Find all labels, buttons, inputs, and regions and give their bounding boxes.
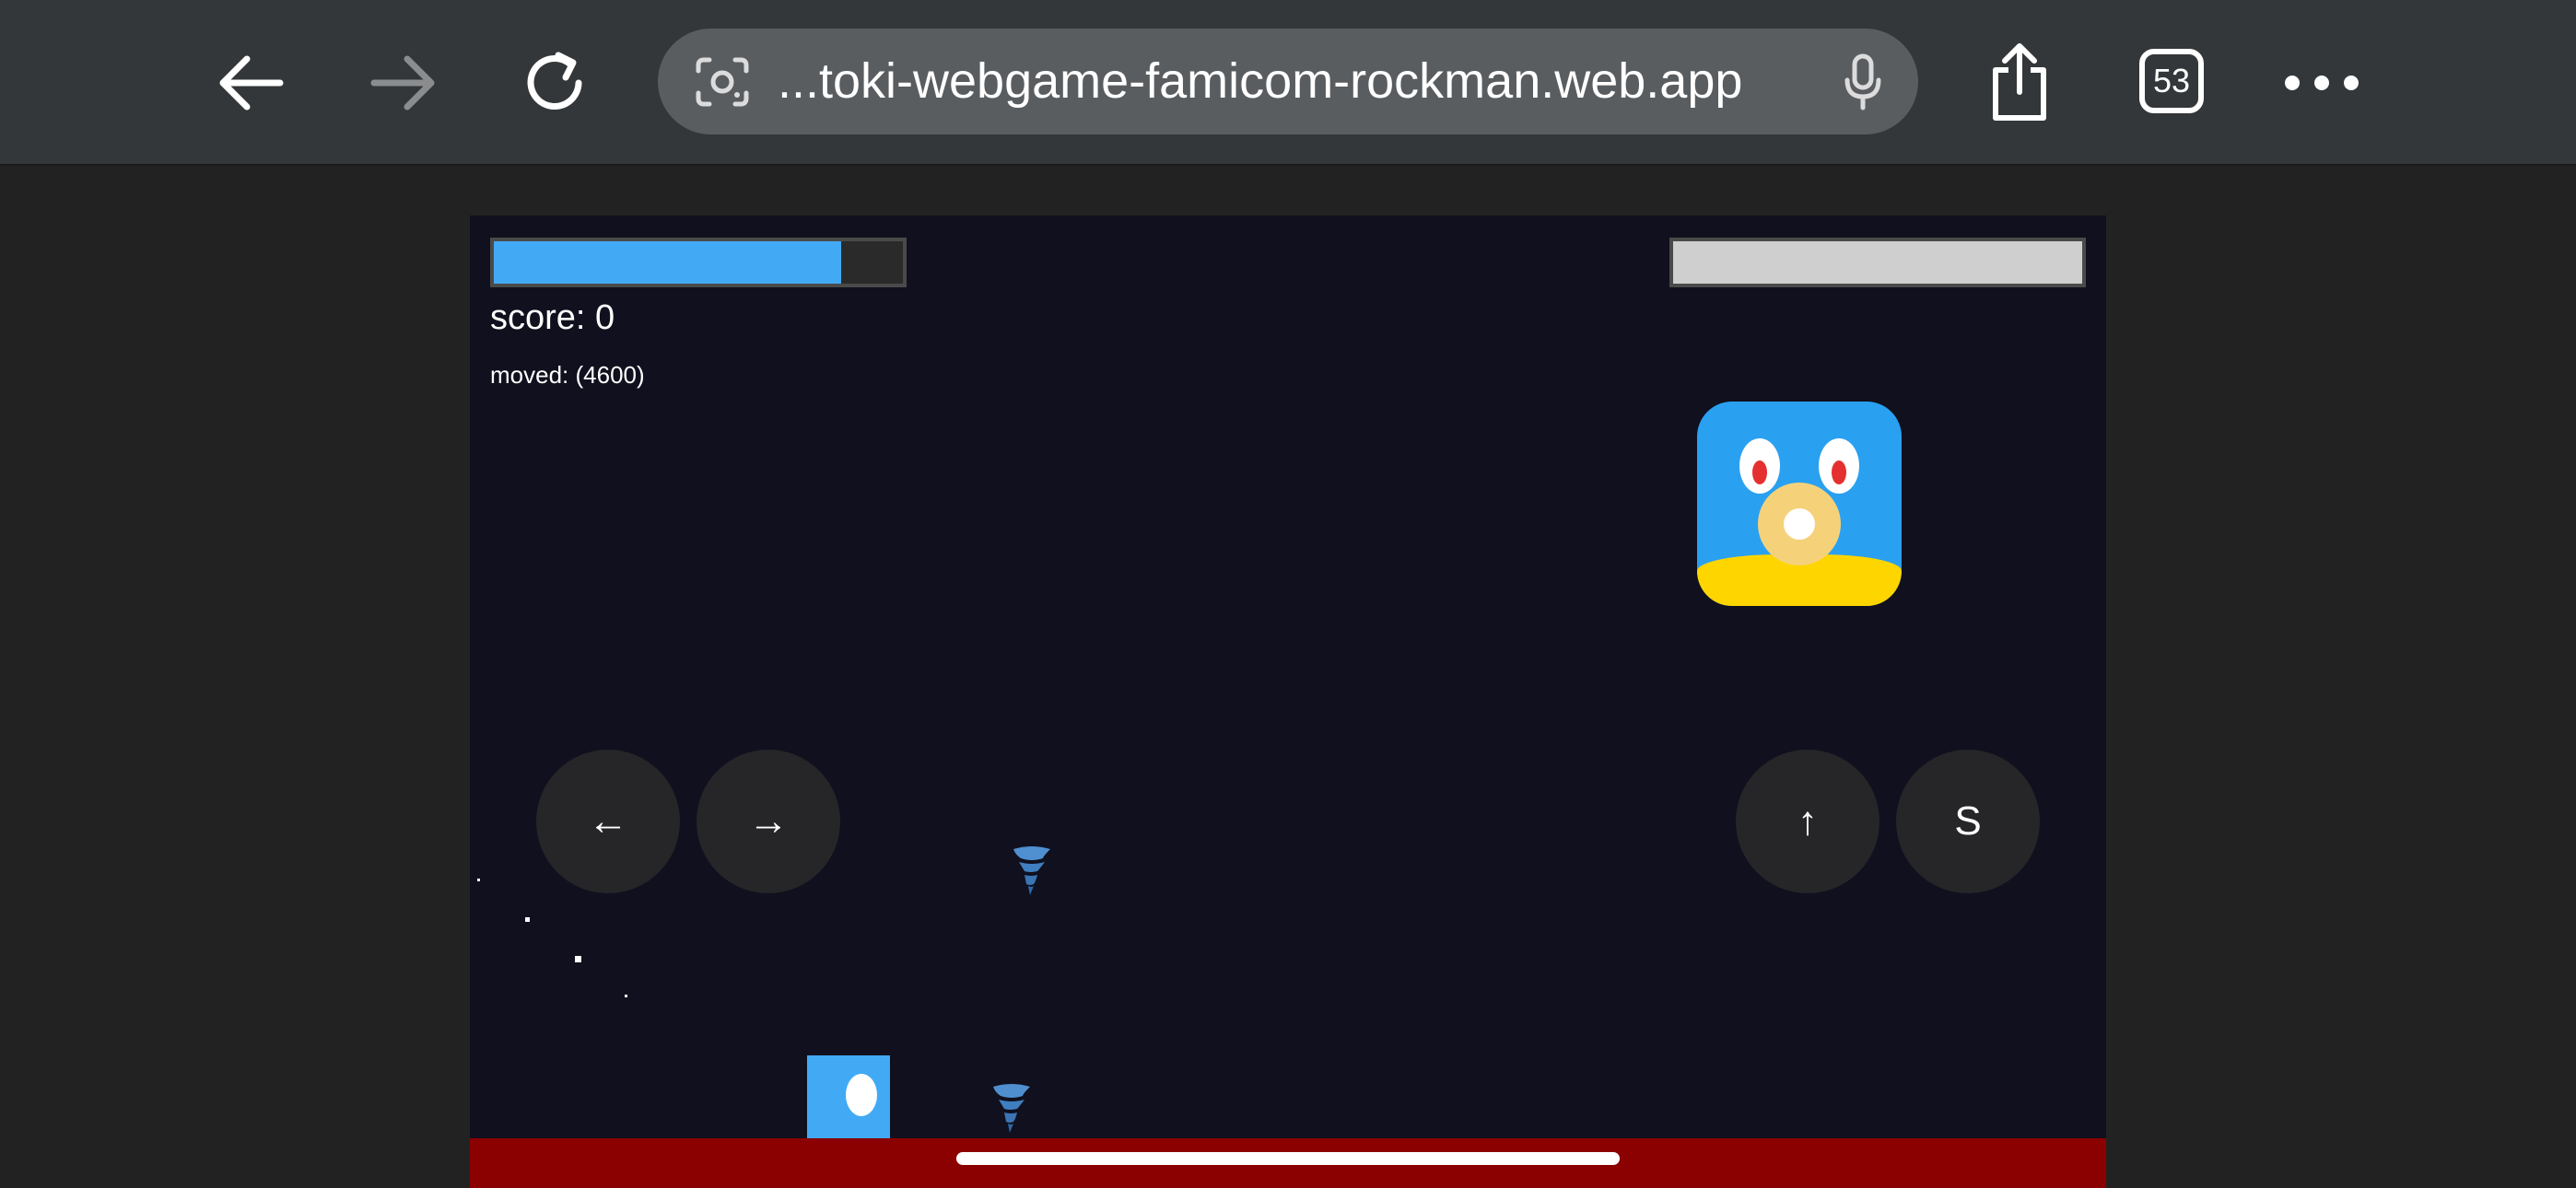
boss-eye-left (1739, 438, 1780, 494)
browser-toolbar: ...toki-webgame-famicom-rockman.web.app … (0, 0, 2576, 166)
address-bar[interactable]: ...toki-webgame-famicom-rockman.web.app (658, 29, 1918, 134)
player-health-bar (490, 238, 907, 287)
boss-enemy (1697, 402, 1902, 606)
back-button[interactable] (205, 37, 297, 129)
particle (575, 956, 581, 962)
game-canvas[interactable]: score: 0 moved: (4600) ← → ↑ S (470, 215, 2106, 1188)
particle (525, 917, 530, 922)
particle (625, 995, 627, 997)
tornado-icon (1013, 846, 1050, 895)
player-health-fill (494, 241, 842, 284)
move-left-button[interactable]: ← (536, 750, 680, 893)
player-character (807, 1055, 890, 1138)
shoot-button[interactable]: S (1896, 750, 2040, 893)
forward-arrow-icon (370, 55, 435, 111)
more-icon (2285, 76, 2300, 90)
back-arrow-icon (219, 55, 284, 111)
reload-icon (527, 52, 582, 110)
player-eye (846, 1074, 877, 1116)
home-indicator (956, 1152, 1620, 1165)
boss-mouth (1758, 483, 1841, 565)
jump-button[interactable]: ↑ (1736, 750, 1879, 893)
url-text[interactable]: ...toki-webgame-famicom-rockman.web.app (778, 29, 1828, 134)
microphone-icon (1844, 53, 1881, 111)
forward-button[interactable] (357, 37, 450, 129)
reload-button[interactable] (509, 37, 601, 129)
more-button[interactable] (2285, 37, 2359, 129)
tabs-button[interactable]: 53 (2139, 49, 2204, 113)
enemy-health-fill (1673, 241, 2082, 284)
share-button[interactable] (1973, 37, 2066, 129)
enemy-health-bar (1669, 238, 2086, 287)
moved-label: moved: (4600) (490, 361, 645, 389)
microphone-button[interactable] (1832, 51, 1894, 113)
lens-icon (696, 57, 749, 107)
move-right-button[interactable]: → (697, 750, 840, 893)
lens-button[interactable] (691, 51, 754, 113)
share-icon (1993, 43, 2046, 121)
boss-eye-right (1819, 438, 1859, 494)
score-label: score: 0 (490, 298, 615, 337)
particle (477, 879, 480, 881)
tornado-icon (993, 1084, 1030, 1133)
